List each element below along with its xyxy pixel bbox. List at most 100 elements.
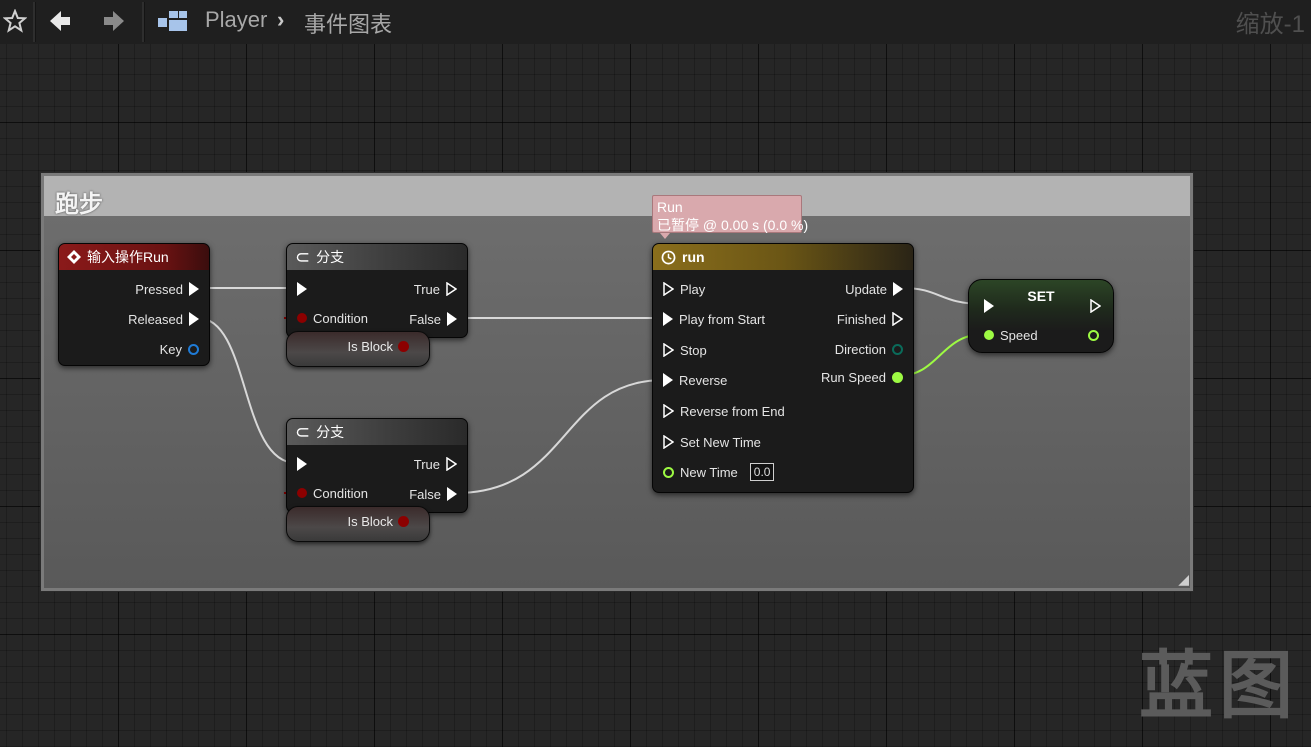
pin-play[interactable]: Play	[663, 279, 711, 299]
pin-stop[interactable]: Stop	[663, 340, 713, 360]
pin-label: New Time	[680, 464, 738, 480]
pin-condition[interactable]: Condition	[297, 483, 374, 503]
pin-true[interactable]: True	[408, 279, 457, 299]
exec-pin-hollow-icon[interactable]	[892, 312, 903, 326]
pin-update[interactable]: Update	[839, 279, 903, 299]
pin-label: Pressed	[135, 281, 183, 297]
float-pin-icon[interactable]	[663, 466, 674, 478]
pin-label: Speed	[1000, 327, 1038, 343]
pin-label: Reverse	[679, 372, 728, 388]
pin-pressed[interactable]: Pressed	[129, 279, 199, 299]
exec-pin-icon[interactable]	[984, 299, 994, 313]
tooltip-title: Run	[657, 199, 683, 215]
exec-pin-hollow-icon[interactable]	[663, 404, 674, 418]
branch-icon: ⊂	[295, 247, 311, 267]
input-action-node[interactable]: 输入操作Run Pressed Released Key	[58, 243, 210, 366]
exec-pin-icon[interactable]	[189, 282, 199, 296]
exec-pin-hollow-icon[interactable]	[1090, 299, 1101, 313]
exec-pin-icon[interactable]	[663, 312, 673, 326]
pin-label: Update	[845, 281, 887, 297]
exec-pin-icon[interactable]	[447, 487, 457, 501]
bool-pin-icon[interactable]	[398, 516, 409, 527]
pin-label: Set New Time	[680, 434, 761, 450]
node-header[interactable]: run	[653, 244, 913, 270]
pin-label: Released	[128, 311, 183, 327]
bool-pin-icon[interactable]	[398, 341, 409, 352]
pin-speed-out[interactable]	[1088, 325, 1099, 345]
pin-key[interactable]: Key	[154, 339, 199, 359]
node-title: 分支	[316, 249, 345, 265]
pin-label: True	[413, 456, 440, 472]
exec-pin-hollow-icon[interactable]	[663, 343, 674, 357]
set-variable-node[interactable]: SET Speed	[968, 279, 1114, 353]
node-title: 输入操作Run	[87, 249, 169, 265]
pin-condition[interactable]: Condition	[297, 308, 374, 328]
pin-reverse-from-end[interactable]: Reverse from End	[663, 401, 791, 421]
branch-node-bottom[interactable]: ⊂ 分支 True Condition False	[286, 418, 468, 513]
node-header[interactable]: ⊂ 分支	[287, 419, 467, 445]
pin-false[interactable]: False	[403, 309, 457, 329]
pin-finished[interactable]: Finished	[831, 309, 903, 329]
float-pin-icon[interactable]	[892, 371, 903, 383]
timeline-node[interactable]: run Play Play from Start Stop Reverse Re…	[652, 243, 914, 493]
pin-label: Condition	[313, 310, 368, 326]
pin-label: Direction	[834, 341, 886, 357]
pin-exec-out[interactable]	[1090, 296, 1101, 316]
node-title: Is Block	[347, 514, 393, 529]
node-title: Is Block	[347, 339, 393, 354]
pin-label: Stop	[680, 342, 707, 358]
pin-exec-in[interactable]	[984, 296, 994, 316]
pin-exec-in[interactable]	[297, 279, 307, 299]
enum-pin-icon[interactable]	[892, 343, 903, 355]
pin-reverse[interactable]: Reverse	[663, 370, 733, 390]
exec-pin-hollow-icon[interactable]	[446, 457, 457, 471]
branch-node-top[interactable]: ⊂ 分支 True Condition False	[286, 243, 468, 338]
exec-pin-icon[interactable]	[297, 282, 307, 296]
wire-false-to-reverse	[455, 379, 665, 494]
float-pin-icon[interactable]	[1088, 329, 1099, 341]
pin-true[interactable]: True	[408, 454, 457, 474]
exec-pin-icon[interactable]	[663, 373, 673, 387]
exec-pin-hollow-icon[interactable]	[446, 282, 457, 296]
node-header[interactable]: ⊂ 分支	[287, 244, 467, 270]
debug-tooltip: Run 已暂停 @ 0.00 s (0.0 %)	[652, 195, 809, 233]
pin-label: True	[413, 281, 440, 297]
pin-run-speed[interactable]: Run Speed	[815, 367, 903, 387]
bool-pin-icon[interactable]	[297, 313, 307, 323]
pin-new-time[interactable]: New Time 0.0	[663, 462, 775, 482]
exec-pin-icon[interactable]	[189, 312, 199, 326]
float-pin-icon[interactable]	[984, 330, 994, 340]
pin-label: Play	[680, 281, 706, 297]
pin-play-from-start[interactable]: Play from Start	[663, 309, 771, 329]
blueprint-watermark: 蓝图	[1139, 643, 1299, 729]
wire-released-to-branch	[197, 317, 297, 464]
clock-icon	[661, 250, 676, 264]
node-header[interactable]: 输入操作Run	[59, 244, 209, 270]
is-block-node-top[interactable]: Is Block	[286, 331, 430, 367]
pin-direction[interactable]: Direction	[829, 339, 903, 359]
is-block-node-bottom[interactable]: Is Block	[286, 506, 430, 542]
exec-pin-icon[interactable]	[893, 282, 903, 296]
pin-label: False	[409, 486, 441, 502]
pin-set-new-time[interactable]: Set New Time	[663, 432, 767, 452]
bool-pin-icon[interactable]	[297, 488, 307, 498]
pin-label: Finished	[836, 311, 886, 327]
exec-pin-hollow-icon[interactable]	[663, 282, 674, 296]
node-title: run	[682, 249, 705, 265]
exec-pin-icon[interactable]	[297, 457, 307, 471]
pin-released[interactable]: Released	[122, 309, 199, 329]
pin-label: Play from Start	[679, 311, 765, 327]
struct-pin-icon[interactable]	[188, 343, 199, 355]
pin-speed-in[interactable]: Speed	[984, 325, 1044, 345]
exec-pin-hollow-icon[interactable]	[663, 435, 674, 449]
pin-false[interactable]: False	[403, 484, 457, 504]
pin-label: Reverse from End	[680, 403, 785, 419]
pin-exec-in[interactable]	[297, 454, 307, 474]
pin-label: Key	[159, 341, 182, 357]
tooltip-status: 已暂停 @ 0.00 s (0.0 %)	[657, 217, 809, 233]
node-title: 分支	[316, 424, 345, 440]
tooltip-pointer	[660, 233, 670, 239]
new-time-input[interactable]: 0.0	[749, 463, 775, 481]
exec-pin-icon[interactable]	[447, 312, 457, 326]
pin-label: False	[409, 311, 441, 327]
